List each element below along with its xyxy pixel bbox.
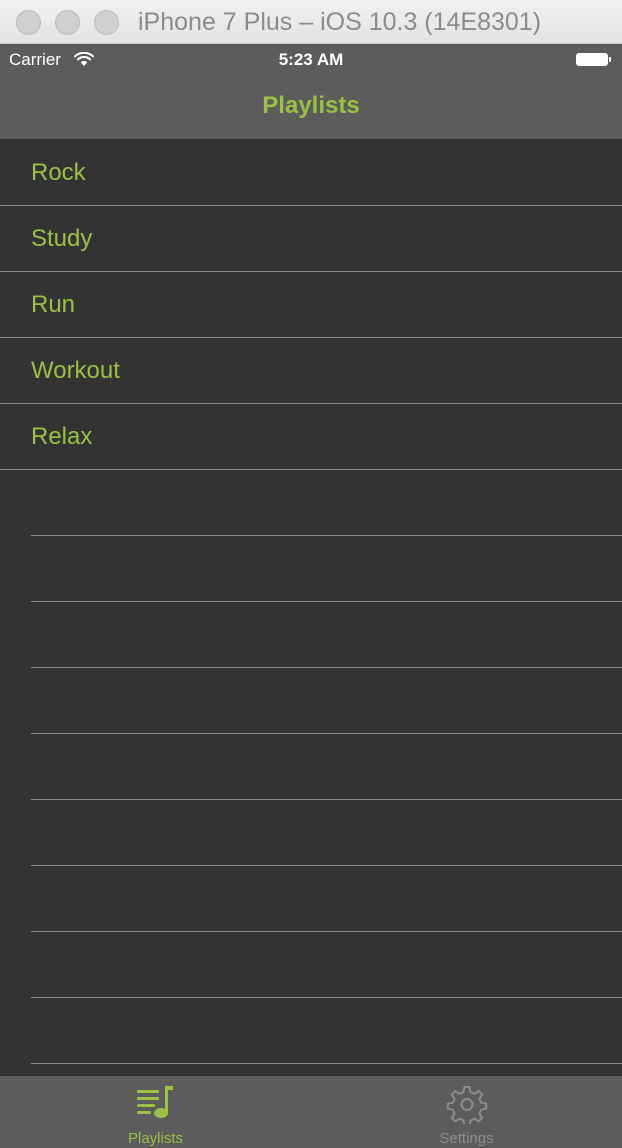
window-minimize-button[interactable]: [55, 10, 80, 35]
playlist-row-rock[interactable]: Rock: [0, 140, 622, 206]
playlist-label: Workout: [31, 357, 120, 384]
status-bar: Carrier 5:23 AM: [0, 44, 622, 74]
playlist-label: Run: [31, 291, 76, 318]
playlist-icon: [137, 1086, 173, 1118]
playlists-table[interactable]: Rock Study Run Workout Relax: [0, 140, 622, 1075]
status-time: 5:23 AM: [278, 50, 344, 69]
simulator-titlebar: iPhone 7 Plus – iOS 10.3 (14E8301): [0, 0, 622, 44]
empty-row: [31, 800, 622, 866]
empty-row: [31, 866, 622, 932]
empty-row: [31, 536, 622, 602]
tab-settings[interactable]: Settings: [311, 1076, 622, 1148]
tab-playlists[interactable]: Playlists: [0, 1076, 311, 1148]
empty-row: [31, 602, 622, 668]
empty-row: [31, 932, 622, 998]
playlist-row-study[interactable]: Study: [0, 206, 622, 272]
playlist-row-workout[interactable]: Workout: [0, 338, 622, 404]
playlist-label: Relax: [31, 423, 93, 450]
playlist-label: Study: [31, 225, 93, 252]
window-title: iPhone 7 Plus – iOS 10.3 (14E8301): [138, 8, 542, 36]
empty-row: [31, 998, 622, 1064]
playlist-row-run[interactable]: Run: [0, 272, 622, 338]
window-zoom-button[interactable]: [94, 10, 119, 35]
window-close-button[interactable]: [16, 10, 41, 35]
navigation-bar: Playlists: [0, 74, 622, 140]
empty-row: [31, 668, 622, 734]
gear-icon: [446, 1086, 488, 1124]
page-title: Playlists: [262, 92, 360, 119]
playlist-row-relax[interactable]: Relax: [0, 404, 622, 470]
device-screen: Carrier 5:23 AM Playlists Rock Study Run…: [0, 44, 622, 1148]
empty-row: [31, 470, 622, 536]
playlist-label: Rock: [31, 159, 86, 186]
empty-row: [31, 734, 622, 800]
battery-icon: [576, 53, 611, 66]
tab-label: Settings: [439, 1130, 494, 1147]
tab-label: Playlists: [127, 1130, 183, 1147]
tab-bar: Playlists Settings: [0, 1075, 622, 1148]
